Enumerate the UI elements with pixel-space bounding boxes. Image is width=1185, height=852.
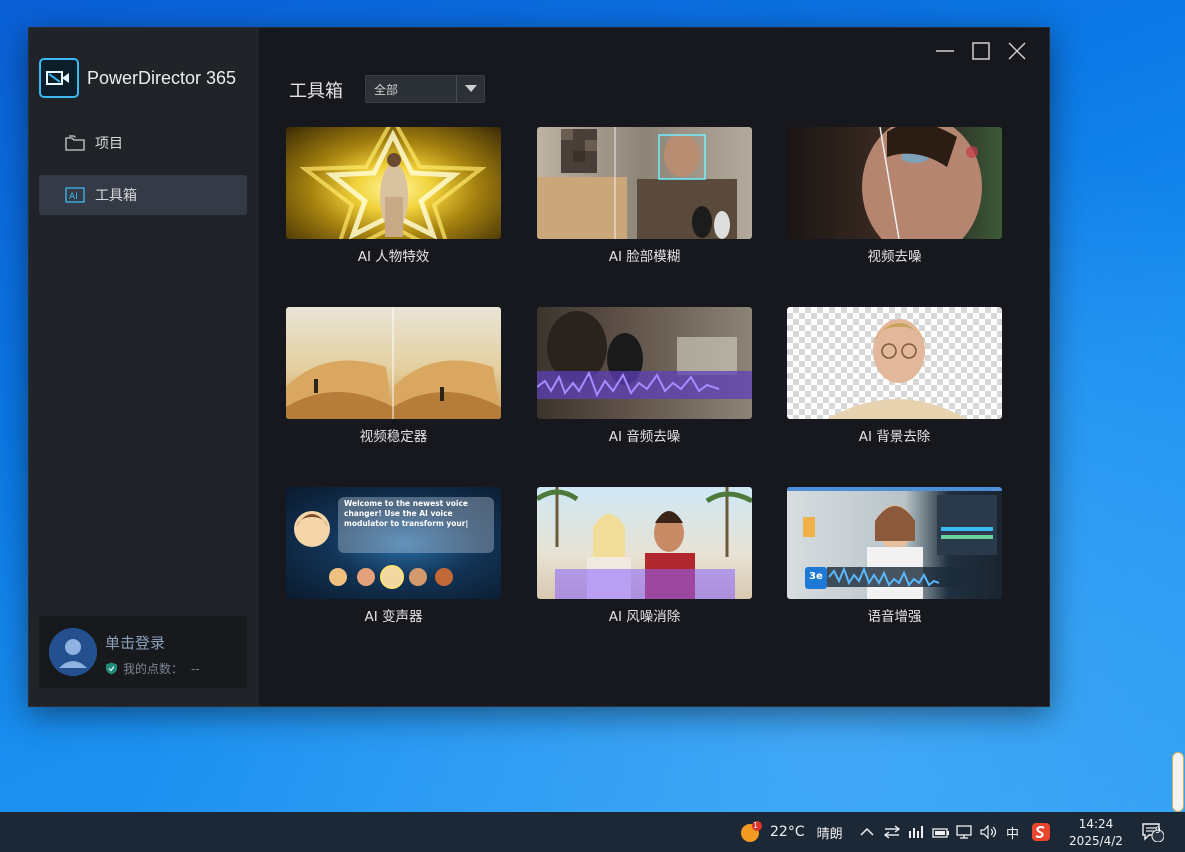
minimize-icon (936, 50, 954, 52)
points-row: 我的点数： -- (105, 660, 200, 677)
tool-label: AI 音频去噪 (608, 429, 681, 445)
meter-tray-button[interactable] (908, 812, 924, 852)
network-tray-button[interactable] (956, 812, 974, 852)
close-icon (1008, 42, 1026, 60)
maximize-icon (972, 42, 990, 60)
maximize-button[interactable] (969, 40, 993, 62)
points-label: 我的点数： (123, 662, 184, 676)
app-logo (39, 58, 79, 98)
tool-tile-ai-face-blur[interactable]: AI 脸部模糊 (537, 127, 752, 265)
network-icon (956, 825, 972, 839)
weather-widget[interactable]: 1 22°C 晴朗 (740, 812, 843, 852)
face-blur-graphic (537, 127, 737, 239)
tool-tile-ai-body-effects[interactable]: AI 人物特效 (286, 127, 501, 265)
signal-bars-icon (909, 826, 923, 838)
person-cutout-graphic (827, 319, 967, 419)
notification-count: 9 (1155, 826, 1161, 836)
transfer-icon (884, 825, 900, 839)
tool-label: AI 变声器 (364, 609, 423, 625)
battery-tray-button[interactable] (932, 812, 950, 852)
volume-tray-button[interactable] (980, 812, 998, 852)
sidebar-item-projects[interactable]: 项目 (39, 123, 247, 163)
login-link[interactable]: 单击登录 (105, 632, 165, 653)
star-glow-graphic (299, 127, 487, 239)
sidebar-item-label: 项目 (95, 136, 123, 152)
voice-changer-bubble-text: Welcome to the newest voice changer! Use… (344, 499, 469, 528)
sidebar-item-toolbox[interactable]: AI 工具箱 (39, 175, 247, 215)
svg-text:AI: AI (69, 192, 78, 202)
powerdirector-logo-icon (46, 71, 69, 85)
clock-time: 14:24 (1078, 816, 1114, 831)
tool-tile-video-denoise[interactable]: 视频去噪 (787, 127, 1002, 265)
close-button[interactable] (1005, 40, 1029, 62)
tool-tile-ai-background-removal[interactable]: AI 背景去除 (787, 307, 1002, 445)
sun-icon (741, 821, 762, 842)
app-window: PowerDirector 365 项目 AI 工具箱 单击登录 我的点数： -… (28, 27, 1050, 707)
wind-noise-graphic (537, 487, 752, 599)
tool-label: 语音增强 (867, 609, 922, 625)
tool-label: AI 背景去除 (858, 429, 931, 445)
tool-thumbnail[interactable] (537, 487, 752, 599)
speech-enhance-graphic (787, 487, 1002, 599)
transfer-tray-button[interactable] (884, 812, 900, 852)
page-title: 工具箱 (289, 81, 343, 102)
sidebar: PowerDirector 365 项目 AI 工具箱 单击登录 我的点数： -… (29, 28, 259, 706)
tool-thumbnail[interactable] (286, 127, 501, 239)
tool-thumbnail[interactable] (537, 127, 752, 239)
app-title: PowerDirector 365 (87, 68, 237, 88)
desert-graphic (286, 307, 501, 419)
tool-label: 视频去噪 (867, 249, 922, 265)
category-filter-dropdown[interactable]: 全部 (365, 75, 485, 103)
show-hidden-icons-button[interactable] (860, 812, 874, 852)
clock[interactable]: 14:24 2025/4/2 (1066, 812, 1126, 852)
tool-thumbnail[interactable]: Welcome to the newest voice changer! Use… (286, 487, 501, 599)
audio-wave-graphic (537, 311, 752, 399)
portrait-denoise-graphic (862, 127, 982, 239)
tool-tile-speech-enhancement[interactable]: 3e 语音增强 (787, 487, 1002, 625)
clock-date: 2025/4/2 (1069, 833, 1123, 848)
tool-tile-ai-audio-denoise[interactable]: AI 音频去噪 (537, 307, 752, 445)
tool-thumbnail[interactable] (537, 307, 752, 419)
speaker-icon (980, 825, 997, 839)
tool-tile-ai-voice-changer[interactable]: Welcome to the newest voice changer! Use… (286, 487, 501, 625)
scrollbar-handle[interactable] (1172, 752, 1184, 812)
taskbar: 1 22°C 晴朗 中 14:24 2025/4/2 9 (0, 812, 1185, 852)
sogou-icon (1032, 823, 1050, 841)
login-panel[interactable]: 单击登录 我的点数： -- (39, 616, 247, 688)
tool-thumbnail[interactable] (787, 307, 1002, 419)
tool-tile-video-stabilizer[interactable]: 视频稳定器 (286, 307, 501, 445)
tool-label: AI 人物特效 (357, 249, 430, 265)
points-value: -- (191, 661, 200, 676)
chevron-down-icon[interactable] (456, 76, 484, 102)
tool-tile-ai-wind-noise-removal[interactable]: AI 风噪消除 (537, 487, 752, 625)
chevron-up-icon (860, 827, 874, 836)
tool-label: AI 风噪消除 (608, 609, 681, 625)
weather-alert-badge: 1 (753, 821, 759, 830)
ai-toolbox-icon: AI (65, 186, 87, 204)
temperature: 22°C (770, 824, 805, 840)
tool-thumbnail[interactable] (286, 307, 501, 419)
user-icon (49, 628, 97, 676)
tool-thumbnail[interactable] (787, 127, 1002, 239)
sidebar-item-label: 工具箱 (95, 188, 137, 204)
battery-icon (932, 828, 949, 838)
sogou-ime-button[interactable] (1032, 812, 1050, 852)
ime-indicator[interactable]: 中 (1006, 812, 1019, 852)
speech-badge: 3e (809, 571, 823, 582)
tool-thumbnail[interactable]: 3e (787, 487, 1002, 599)
shield-icon (106, 662, 117, 675)
dropdown-selected-value: 全部 (374, 82, 399, 97)
avatar[interactable] (49, 628, 97, 676)
notification-center-button[interactable]: 9 (1142, 812, 1164, 852)
tool-label: AI 脸部模糊 (608, 249, 681, 265)
weather-condition: 晴朗 (816, 826, 843, 842)
minimize-button[interactable] (933, 40, 957, 62)
folder-icon (65, 134, 87, 152)
tool-label: 视频稳定器 (359, 429, 428, 445)
